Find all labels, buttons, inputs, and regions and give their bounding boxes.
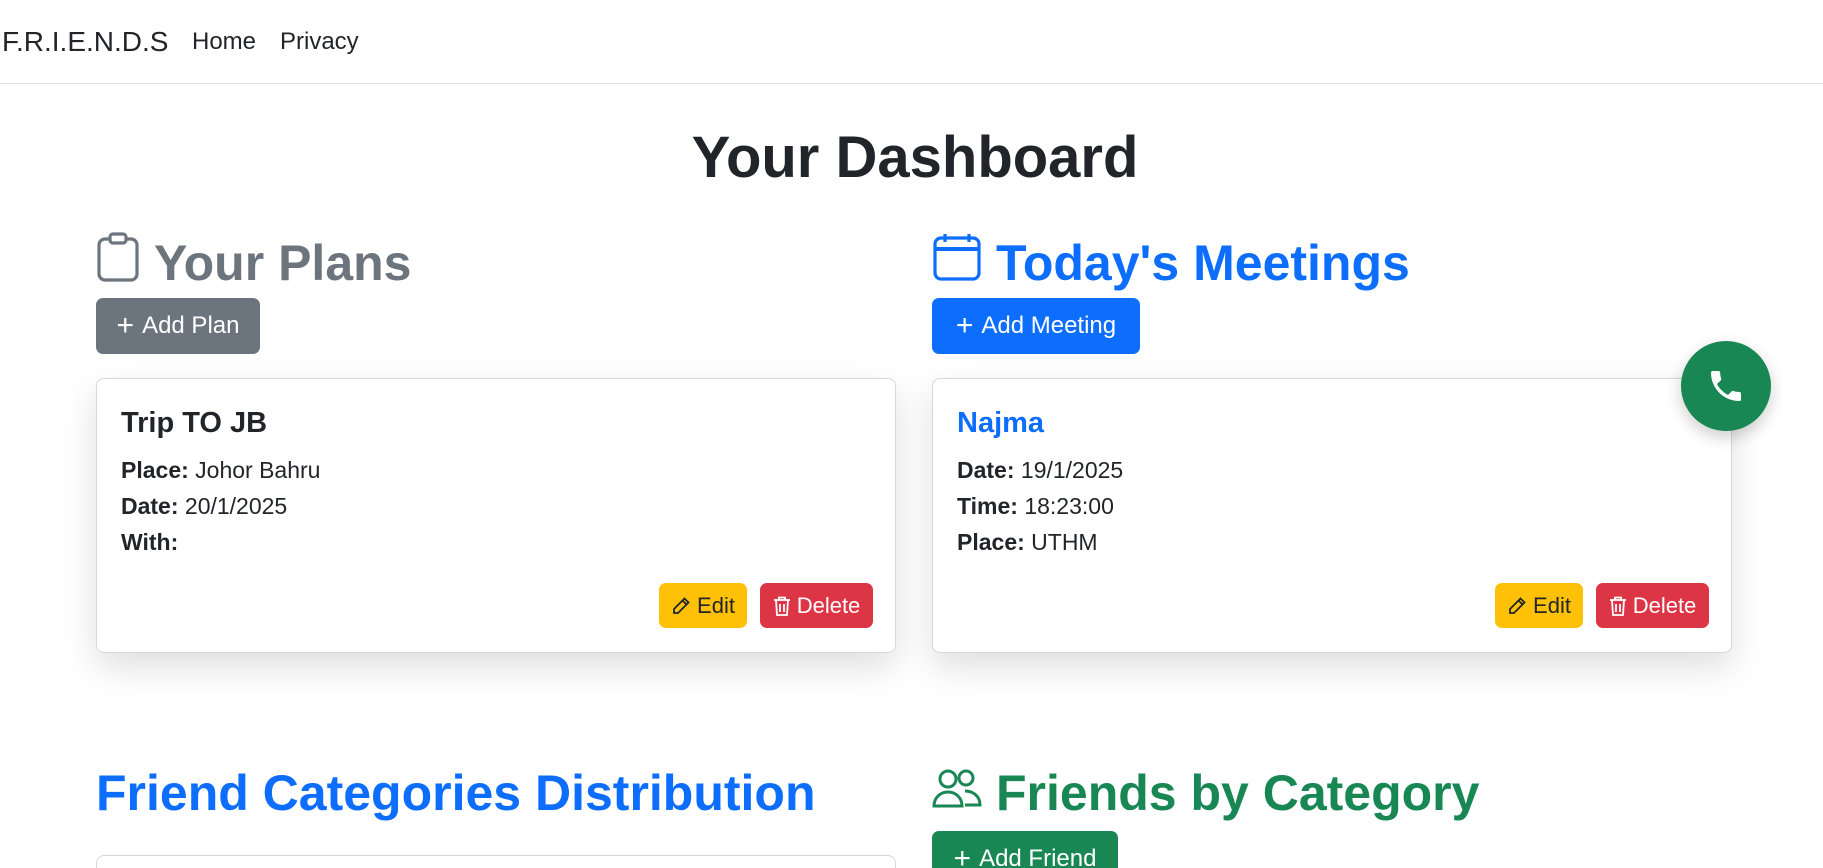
add-meeting-label: Add Meeting <box>981 312 1117 339</box>
meetings-title: Today's Meetings <box>996 235 1410 291</box>
meeting-place-value: UTHM <box>1031 529 1098 555</box>
plus-icon: + <box>116 309 135 342</box>
meeting-time-label: Time: <box>957 493 1018 519</box>
pencil-icon <box>673 596 690 614</box>
distribution-heading: Friend Categories Distribution <box>96 764 816 822</box>
meeting-time-row: Time: 18:23:00 <box>957 493 1114 520</box>
meeting-place-row: Place: UTHM <box>957 529 1098 556</box>
page-title: Your Dashboard <box>691 125 1139 190</box>
plus-icon: + <box>955 309 974 342</box>
meeting-date-value: 19/1/2025 <box>1020 457 1124 483</box>
meeting-place-label: Place: <box>957 529 1025 555</box>
plan-delete-button[interactable]: Delete <box>760 583 873 628</box>
people-icon <box>932 764 996 822</box>
plan-card: Trip TO JB Place: Johor Bahru Date: 20/1… <box>96 378 896 653</box>
add-plan-label: Add Plan <box>142 312 240 339</box>
trash-icon <box>773 596 790 616</box>
plan-date-value: 20/1/2025 <box>184 493 288 519</box>
calendar-icon <box>932 232 996 294</box>
plan-date-row: Date: 20/1/2025 <box>121 493 287 520</box>
meeting-date-label: Date: <box>957 457 1015 483</box>
meeting-card: Najma Date: 19/1/2025 Time: 18:23:00 Pla… <box>932 378 1732 653</box>
brand-link[interactable]: F.R.I.E.N.D.S <box>2 26 168 58</box>
plan-edit-button[interactable]: Edit <box>659 583 747 628</box>
meeting-time-value: 18:23:00 <box>1024 493 1114 519</box>
nav-home-link[interactable]: Home <box>192 28 256 56</box>
friends-title: Friends by Category <box>996 765 1480 821</box>
plus-icon: + <box>953 842 972 868</box>
plans-heading: Your Plans <box>96 232 411 294</box>
meeting-edit-label: Edit <box>1533 592 1571 618</box>
add-plan-button[interactable]: + Add Plan <box>96 298 260 354</box>
meeting-title: Najma <box>957 407 1045 439</box>
plan-place-value: Johor Bahru <box>195 457 321 483</box>
plan-place-row: Place: Johor Bahru <box>121 457 320 484</box>
add-friend-label: Add Friend <box>979 845 1097 868</box>
plan-edit-label: Edit <box>697 592 735 618</box>
plan-date-label: Date: <box>121 493 179 519</box>
trash-icon <box>1609 596 1626 616</box>
meeting-edit-button[interactable]: Edit <box>1495 583 1583 628</box>
meeting-date-row: Date: 19/1/2025 <box>957 457 1123 484</box>
add-friend-button[interactable]: + Add Friend <box>932 831 1118 868</box>
plan-with-label: With: <box>121 529 179 555</box>
meeting-delete-label: Delete <box>1632 592 1697 618</box>
plan-place-label: Place: <box>121 457 189 483</box>
call-button[interactable] <box>1681 341 1771 431</box>
distribution-chart-card <box>96 855 896 868</box>
add-meeting-button[interactable]: + Add Meeting <box>932 298 1140 354</box>
distribution-title: Friend Categories Distribution <box>96 765 816 821</box>
plans-title: Your Plans <box>154 235 412 291</box>
meetings-heading: Today's Meetings <box>932 232 1410 294</box>
meeting-delete-button[interactable]: Delete <box>1596 583 1709 628</box>
plan-delete-label: Delete <box>796 592 861 618</box>
phone-icon <box>1711 371 1741 401</box>
nav-privacy-link[interactable]: Privacy <box>280 28 359 56</box>
friends-heading: Friends by Category <box>932 764 1479 822</box>
navbar: F.R.I.E.N.D.S Home Privacy <box>0 0 1823 84</box>
pencil-icon <box>1509 596 1526 614</box>
plan-title: Trip TO JB <box>121 407 268 439</box>
plan-with-row: With: <box>121 529 178 556</box>
clipboard-icon <box>96 232 154 294</box>
